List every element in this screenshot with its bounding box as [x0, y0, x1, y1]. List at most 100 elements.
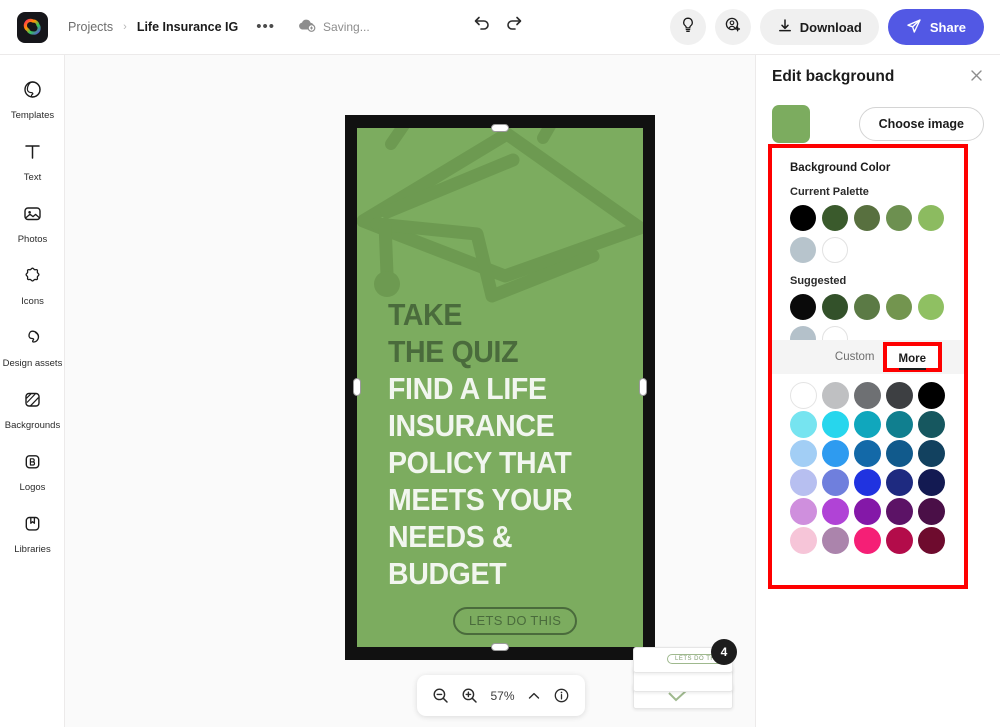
cta-button[interactable]: LETS DO THIS: [453, 607, 578, 635]
current-background-swatch[interactable]: [772, 105, 810, 143]
current-palette-swatch[interactable]: [790, 237, 816, 263]
color-grid-swatch[interactable]: [918, 382, 945, 409]
sidebar-item-label: Design assets: [2, 358, 63, 369]
zoom-out-icon[interactable]: [432, 687, 449, 704]
zoom-toolbar: 57%: [417, 675, 585, 716]
sidebar-item-icons[interactable]: Icons: [0, 255, 65, 317]
color-grid-swatch[interactable]: [854, 527, 881, 554]
color-grid-swatch[interactable]: [822, 411, 849, 438]
suggested-palette-swatch[interactable]: [790, 294, 816, 320]
color-grid-swatch[interactable]: [854, 469, 881, 496]
color-grid-swatch[interactable]: [918, 498, 945, 525]
sidebar-item-label: Photos: [17, 234, 48, 245]
choose-image-button[interactable]: Choose image: [858, 107, 984, 141]
add-account-icon: [724, 16, 742, 39]
page-stack-thumbnail[interactable]: LETS DO THIS 4: [633, 639, 737, 709]
color-grid-swatch[interactable]: [790, 498, 817, 525]
suggested-palette-label: Suggested: [790, 275, 847, 287]
color-grid-swatch[interactable]: [790, 469, 817, 496]
resize-handle-right[interactable]: [639, 378, 647, 396]
sidebar-item-logos[interactable]: Logos: [0, 441, 65, 503]
headline-line: THE QUIZ: [388, 334, 519, 369]
current-palette-swatch[interactable]: [822, 205, 848, 231]
undo-icon[interactable]: [472, 13, 491, 32]
info-icon[interactable]: [553, 687, 570, 704]
color-grid-swatch[interactable]: [886, 469, 913, 496]
current-palette-swatch[interactable]: [886, 205, 912, 231]
suggested-palette-swatch[interactable]: [918, 294, 944, 320]
tab-custom[interactable]: Custom: [827, 351, 883, 363]
color-grid-swatch[interactable]: [822, 469, 849, 496]
color-grid-swatch[interactable]: [854, 411, 881, 438]
breadcrumb-projects[interactable]: Projects: [68, 20, 113, 34]
color-grid-swatch[interactable]: [918, 440, 945, 467]
color-grid-swatch[interactable]: [918, 527, 945, 554]
more-options-button[interactable]: •••: [256, 19, 275, 34]
left-sidebar: Templates Text Photos Icons Design asset…: [0, 55, 65, 727]
redo-icon[interactable]: [505, 13, 524, 32]
color-grid-swatch[interactable]: [886, 498, 913, 525]
sidebar-item-text[interactable]: Text: [0, 131, 65, 193]
suggested-palette-swatch[interactable]: [854, 294, 880, 320]
artboard[interactable]: TAKE THE QUIZ FIND A LIFE INSURANCE POLI…: [345, 115, 655, 660]
share-button[interactable]: Share: [887, 9, 984, 45]
current-palette-swatch[interactable]: [822, 237, 848, 263]
color-grid-swatch[interactable]: [822, 382, 849, 409]
current-palette-swatch[interactable]: [918, 205, 944, 231]
libraries-icon: [22, 513, 43, 539]
edit-background-panel: Edit background Choose image Background …: [755, 55, 1000, 727]
zoom-in-icon[interactable]: [461, 687, 478, 704]
add-account-button[interactable]: [714, 9, 751, 45]
color-grid-swatch[interactable]: [886, 527, 913, 554]
color-tabs: Custom More: [772, 340, 964, 374]
current-palette-swatch[interactable]: [854, 205, 880, 231]
color-grid-swatch[interactable]: [886, 382, 913, 409]
background-source-row: Choose image: [772, 105, 984, 143]
suggested-palette-swatch[interactable]: [886, 294, 912, 320]
current-palette-swatch[interactable]: [790, 205, 816, 231]
text-icon: [22, 141, 43, 167]
headline-line: BUDGET: [388, 556, 507, 591]
tab-more[interactable]: More: [898, 353, 926, 370]
ideas-button[interactable]: [669, 9, 706, 45]
sidebar-item-photos[interactable]: Photos: [0, 193, 65, 255]
resize-handle-top[interactable]: [491, 124, 509, 132]
color-grid-swatch[interactable]: [790, 411, 817, 438]
adobe-express-logo[interactable]: [17, 11, 48, 43]
color-grid-swatch[interactable]: [822, 527, 849, 554]
color-grid-swatch[interactable]: [790, 527, 817, 554]
color-grid-swatch[interactable]: [854, 498, 881, 525]
logos-icon: [22, 451, 43, 477]
sidebar-item-templates[interactable]: Templates: [0, 69, 65, 131]
color-grid-swatch[interactable]: [854, 382, 881, 409]
cloud-sync-icon: [297, 17, 316, 37]
color-grid-swatch[interactable]: [918, 469, 945, 496]
design-canvas[interactable]: TAKE THE QUIZ FIND A LIFE INSURANCE POLI…: [357, 128, 643, 647]
download-icon: [777, 18, 793, 37]
resize-handle-bottom[interactable]: [491, 643, 509, 651]
download-button[interactable]: Download: [759, 9, 879, 45]
color-grid-swatch[interactable]: [886, 440, 913, 467]
tab-more-annotation-box: More: [882, 342, 942, 372]
color-grid-swatch[interactable]: [822, 440, 849, 467]
color-picker-grid: [790, 382, 948, 554]
resize-handle-left[interactable]: [353, 378, 361, 396]
breadcrumb-document-title[interactable]: Life Insurance IG: [137, 20, 238, 34]
sidebar-item-backgrounds[interactable]: Backgrounds: [0, 379, 65, 441]
color-grid-swatch[interactable]: [854, 440, 881, 467]
color-grid-swatch[interactable]: [790, 440, 817, 467]
color-grid-swatch[interactable]: [918, 411, 945, 438]
page-count-badge[interactable]: 4: [711, 639, 737, 665]
icons-icon: [22, 265, 43, 291]
suggested-palette-swatch[interactable]: [822, 294, 848, 320]
chevron-up-icon[interactable]: [527, 689, 541, 703]
headline-text-block[interactable]: TAKE THE QUIZ FIND A LIFE INSURANCE POLI…: [388, 296, 588, 592]
color-grid-swatch[interactable]: [886, 411, 913, 438]
close-icon[interactable]: [969, 68, 984, 86]
color-grid-swatch[interactable]: [822, 498, 849, 525]
headline-line: MEETS YOUR: [388, 482, 573, 517]
zoom-level-label[interactable]: 57%: [490, 689, 514, 703]
sidebar-item-libraries[interactable]: Libraries: [0, 503, 65, 565]
color-grid-swatch[interactable]: [790, 382, 817, 409]
sidebar-item-design-assets[interactable]: Design assets: [0, 317, 65, 379]
